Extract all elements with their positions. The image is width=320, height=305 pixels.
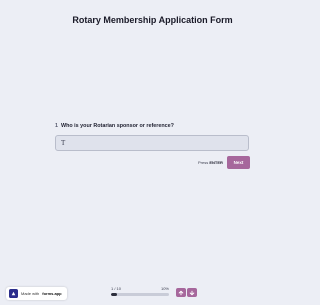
text-type-icon: T	[61, 139, 66, 147]
forms-app-logo-icon	[9, 289, 18, 298]
progress-step-label: 1 / 10	[111, 286, 122, 291]
progress-percent-label: 10%	[160, 286, 169, 291]
answer-field[interactable]: T	[55, 135, 249, 151]
press-enter-hint: Press ENTER	[198, 160, 223, 165]
answer-input[interactable]	[68, 140, 248, 146]
made-with-label: Made with	[21, 291, 40, 296]
previous-question-button[interactable]	[176, 288, 186, 297]
next-question-button[interactable]	[187, 288, 197, 297]
question-label: 1 Who is your Rotarian sponsor or refere…	[55, 123, 174, 129]
arrow-down-icon	[189, 290, 195, 295]
made-with-badge[interactable]: Made with forms.app	[6, 287, 67, 300]
enter-key-label: ENTER	[209, 160, 223, 165]
form-page: Rotary Membership Application Form 1 Who…	[0, 0, 305, 305]
next-button[interactable]: Next	[227, 156, 250, 169]
question-text: Who is your Rotarian sponsor or referenc…	[61, 123, 174, 129]
progress-indicator: 1 / 10 10%	[111, 286, 169, 296]
question-navigation	[176, 288, 197, 297]
question-number: 1	[55, 123, 58, 129]
form-title: Rotary Membership Application Form	[72, 15, 233, 25]
arrow-up-icon	[178, 290, 184, 295]
progress-track	[111, 293, 169, 296]
press-label: Press	[198, 160, 209, 165]
brand-name: forms.app	[42, 291, 62, 296]
progress-fill	[111, 293, 117, 296]
